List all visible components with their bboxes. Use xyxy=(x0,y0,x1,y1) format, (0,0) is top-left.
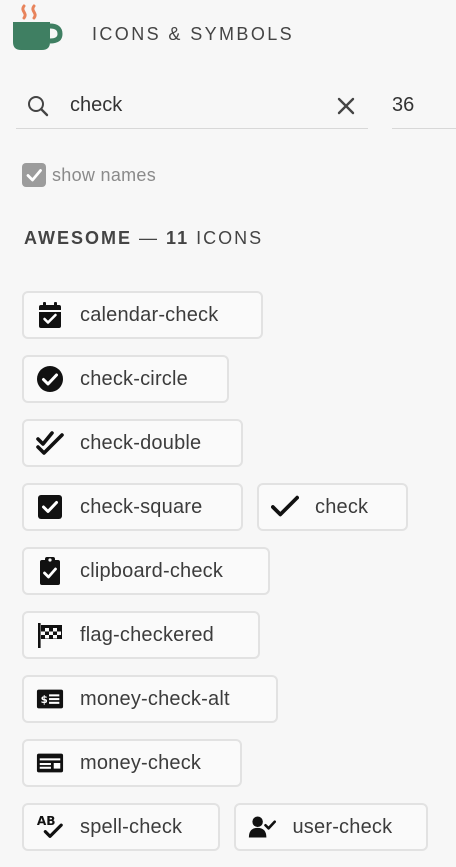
icon-name: calendar-check xyxy=(80,303,219,326)
search-row: 36 xyxy=(0,84,456,130)
icon-button-flag-checkered[interactable]: flag-checkered xyxy=(22,611,260,659)
icon-size-field[interactable]: 36 xyxy=(392,84,456,129)
calendar-check-icon xyxy=(36,301,64,329)
icon-button-check-circle[interactable]: check-circle xyxy=(22,355,229,403)
icon-button-money-check-alt[interactable]: $ money-check-alt xyxy=(22,675,278,723)
icon-name: check-square xyxy=(80,495,203,518)
icon-results-grid: calendar-check check-circle check-double xyxy=(22,291,442,867)
icon-name: flag-checkered xyxy=(80,623,214,646)
clear-search-icon[interactable] xyxy=(334,94,358,118)
icon-button-check-square[interactable]: check-square xyxy=(22,483,243,531)
icon-name: spell-check xyxy=(80,815,183,838)
section-separator: — xyxy=(139,228,160,248)
svg-text:$: $ xyxy=(41,694,48,706)
check-icon xyxy=(271,493,299,521)
icon-size-value[interactable]: 36 xyxy=(392,94,414,117)
app-header: ICONS & SYMBOLS xyxy=(0,0,456,70)
section-heading: AWESOME — 11 ICONS xyxy=(24,228,263,249)
svg-text:AB: AB xyxy=(37,814,56,828)
icon-button-clipboard-check[interactable]: clipboard-check xyxy=(22,547,270,595)
search-input[interactable] xyxy=(70,90,320,120)
show-names-label: show names xyxy=(52,164,157,185)
icon-name: check-circle xyxy=(80,367,188,390)
icon-name: money-check-alt xyxy=(80,687,230,710)
search-box xyxy=(16,84,368,129)
search-icon xyxy=(28,96,49,117)
icon-button-check[interactable]: check xyxy=(257,483,408,531)
icon-name: user-check xyxy=(292,815,393,838)
icon-button-user-check[interactable]: user-check xyxy=(234,803,428,851)
money-check-icon xyxy=(36,749,64,777)
money-check-alt-icon: $ xyxy=(36,685,64,713)
show-names-checkbox[interactable] xyxy=(22,163,46,187)
icon-name: money-check xyxy=(80,751,202,774)
section-unit: ICONS xyxy=(196,228,264,248)
icon-name: clipboard-check xyxy=(80,559,224,582)
icon-name: check xyxy=(315,495,369,518)
show-names-toggle[interactable]: show names xyxy=(22,162,156,188)
checkmark-icon xyxy=(26,169,42,182)
icon-button-spell-check[interactable]: AB spell-check xyxy=(22,803,221,851)
user-check-icon xyxy=(248,813,277,841)
coffee-cup-icon xyxy=(13,4,63,50)
section-set-name: AWESOME xyxy=(24,228,133,248)
icon-button-calendar-check[interactable]: calendar-check xyxy=(22,291,263,339)
check-circle-icon xyxy=(36,365,64,393)
icon-name: check-double xyxy=(80,431,202,454)
flag-checkered-icon xyxy=(36,621,64,649)
clipboard-check-icon xyxy=(36,557,64,585)
icon-button-money-check[interactable]: money-check xyxy=(22,739,242,787)
app-title: ICONS & SYMBOLS xyxy=(92,24,295,44)
section-count: 11 xyxy=(166,228,190,248)
icon-button-check-double[interactable]: check-double xyxy=(22,419,243,467)
check-double-icon xyxy=(36,429,64,457)
check-square-icon xyxy=(36,493,64,521)
spell-check-icon: AB xyxy=(36,813,64,841)
